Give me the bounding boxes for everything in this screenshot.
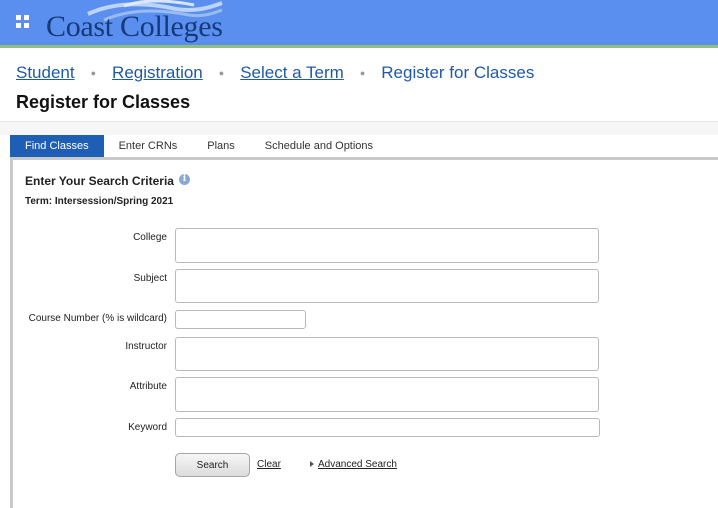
tab-schedule-options[interactable]: Schedule and Options bbox=[250, 135, 388, 157]
tab-enter-crns[interactable]: Enter CRNs bbox=[104, 135, 193, 157]
page-title: Register for Classes bbox=[16, 92, 191, 112]
clear-link[interactable]: Clear bbox=[257, 459, 281, 470]
header-accent-stripe bbox=[0, 45, 718, 48]
subject-label: Subject bbox=[133, 273, 167, 284]
keyword-field[interactable] bbox=[175, 418, 600, 437]
search-criteria-title: Enter Your Search Criteria bbox=[25, 174, 174, 188]
breadcrumb-select-term[interactable]: Select a Term bbox=[240, 63, 344, 83]
college-field[interactable] bbox=[175, 228, 599, 263]
instructor-label: Instructor bbox=[125, 341, 167, 352]
tab-find-classes[interactable]: Find Classes bbox=[10, 135, 104, 157]
info-icon[interactable]: i bbox=[179, 174, 190, 185]
advanced-search-link[interactable]: Advanced Search bbox=[318, 459, 397, 470]
breadcrumb-student[interactable]: Student bbox=[16, 63, 75, 83]
tab-bar: Find Classes Enter CRNs Plans Schedule a… bbox=[10, 135, 718, 157]
breadcrumb-registration[interactable]: Registration bbox=[112, 63, 203, 83]
breadcrumb: Student ● Registration ● Select a Term ●… bbox=[16, 61, 534, 85]
subject-field[interactable] bbox=[175, 269, 599, 303]
term-label: Term: Intersession/Spring 2021 bbox=[25, 196, 174, 207]
attribute-label: Attribute bbox=[129, 381, 167, 392]
breadcrumb-separator: ● bbox=[90, 68, 97, 78]
logo-text: Coast Colleges bbox=[46, 10, 223, 43]
college-label: College bbox=[133, 232, 167, 243]
caret-right-icon[interactable] bbox=[310, 461, 314, 467]
section-band bbox=[0, 122, 718, 135]
attribute-field[interactable] bbox=[175, 377, 599, 412]
breadcrumb-current: Register for Classes bbox=[381, 63, 535, 82]
tab-plans[interactable]: Plans bbox=[192, 135, 250, 157]
instructor-field[interactable] bbox=[175, 337, 599, 371]
breadcrumb-separator: ● bbox=[359, 68, 366, 78]
search-panel bbox=[10, 160, 718, 508]
course-number-field[interactable] bbox=[175, 310, 306, 329]
grid-apps-icon[interactable] bbox=[16, 15, 30, 29]
app-header: Coast Colleges bbox=[0, 0, 718, 45]
college-logo[interactable]: Coast Colleges bbox=[44, 0, 234, 45]
course-number-label: Course Number (% is wildcard) bbox=[28, 313, 167, 324]
search-button[interactable]: Search bbox=[175, 453, 250, 477]
breadcrumb-separator: ● bbox=[218, 68, 225, 78]
keyword-label: Keyword bbox=[128, 422, 167, 433]
